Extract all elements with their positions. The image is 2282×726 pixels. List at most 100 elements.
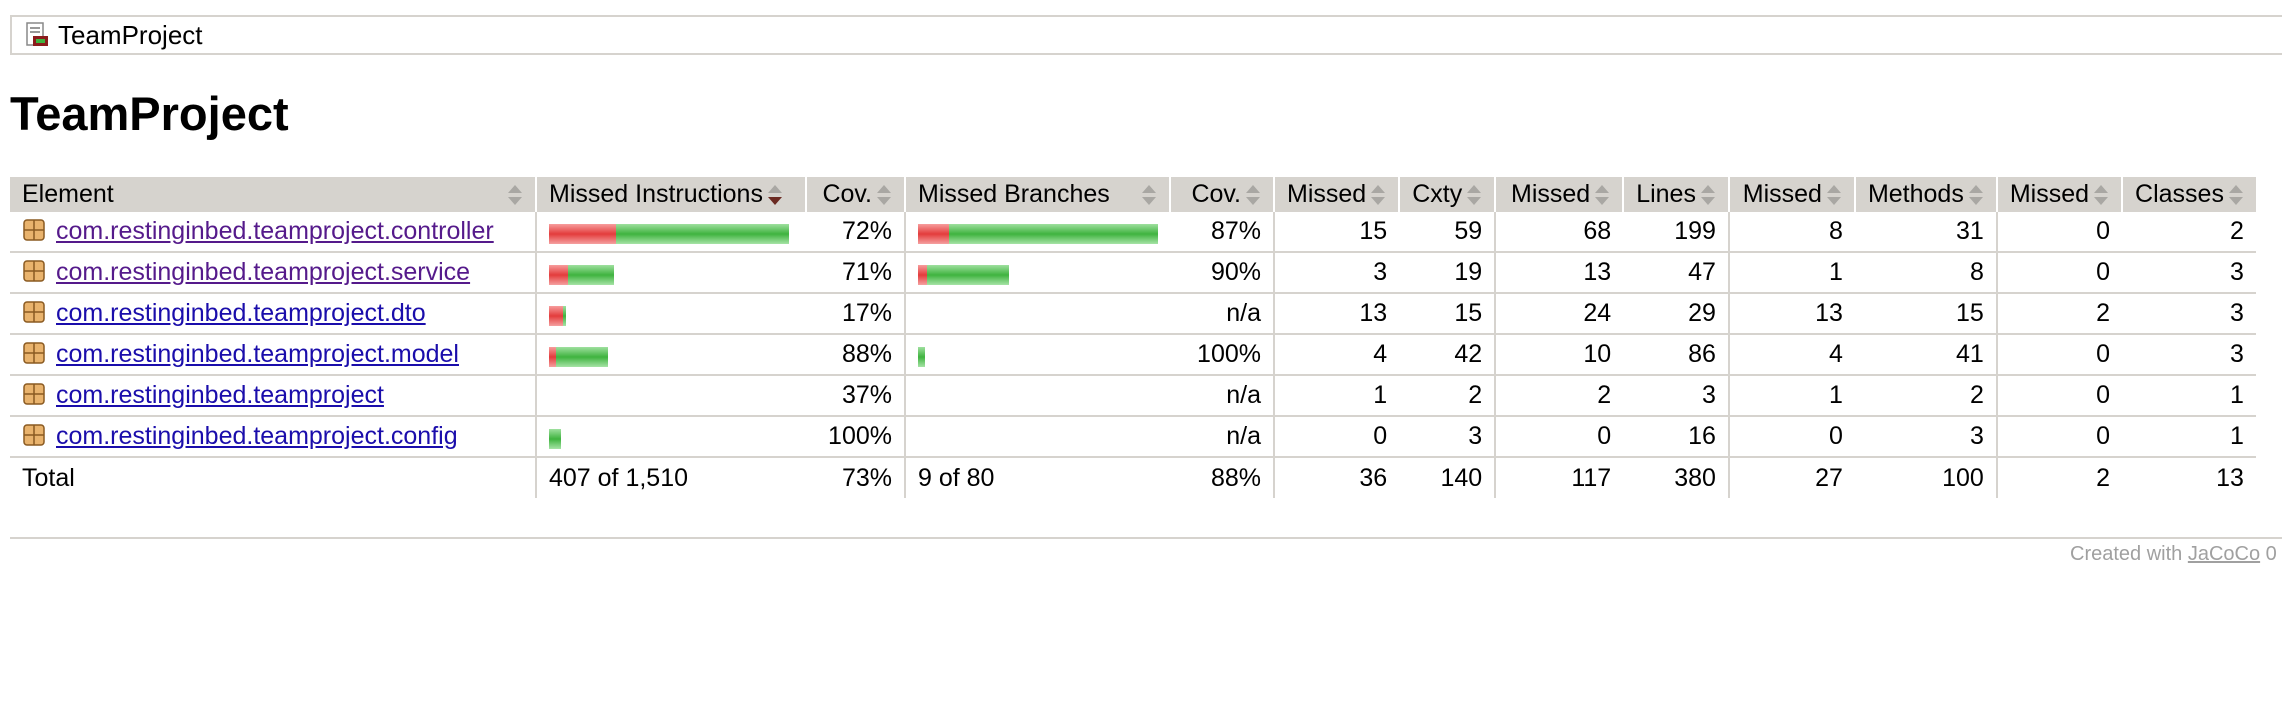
branches-coverage: 90%: [1170, 252, 1274, 294]
sort-icon: [1370, 185, 1386, 206]
total-branches: 9 of 80: [904, 457, 1170, 498]
element-cell: com.restinginbed.teamproject: [10, 375, 536, 417]
header-classes[interactable]: Classes: [2121, 177, 2256, 212]
package-link[interactable]: com.restinginbed.teamproject.model: [56, 340, 459, 368]
instructions-coverage: 100%: [806, 416, 905, 458]
header-missed-methods[interactable]: Missed: [1727, 177, 1855, 212]
sort-icon: [1466, 185, 1482, 206]
total-label: Total: [22, 463, 75, 492]
element-cell: com.restinginbed.teamproject.controller: [10, 212, 536, 253]
header-missed-methods-label: Missed: [1742, 180, 1822, 208]
missed-methods: 4: [1727, 334, 1855, 376]
missed-methods: 1: [1727, 252, 1855, 294]
header-element-label: Element: [22, 180, 114, 208]
table-row: com.restinginbed.teamproject.config 100%…: [10, 416, 2256, 458]
header-missed-branches-label: Missed Branches: [918, 180, 1110, 208]
missed-instructions-cell: [535, 212, 806, 253]
missed-classes: 2: [1995, 293, 2123, 335]
package-icon: [22, 300, 46, 324]
header-complexity[interactable]: Cxty: [1398, 177, 1496, 212]
total-missed-methods: 27: [1727, 457, 1855, 498]
missed-instructions-cell: [535, 252, 806, 294]
header-missed-cxty-label: Missed: [1287, 180, 1367, 208]
header-missed-branches[interactable]: Missed Branches: [904, 177, 1170, 212]
instructions-missed-bar: [549, 224, 616, 245]
header-classes-label: Classes: [2135, 180, 2224, 208]
element-cell: com.restinginbed.teamproject.model: [10, 334, 536, 376]
missed-branches-cell: [904, 334, 1170, 376]
table-row: com.restinginbed.teamproject.model 88% 1…: [10, 334, 2256, 376]
package-icon: [22, 423, 46, 447]
complexity: 59: [1399, 212, 1496, 253]
header-missed-instructions-label: Missed Instructions: [549, 180, 763, 208]
coverage-table: Element Missed Instructions Cov. Missed …: [10, 177, 2256, 498]
classes: 3: [2122, 334, 2256, 376]
instructions-coverage-bar: [549, 427, 561, 450]
missed-branches-cell: [904, 252, 1170, 294]
instructions-coverage: 17%: [806, 293, 905, 335]
instructions-coverage-bar: [549, 345, 608, 368]
instructions-coverage: 72%: [806, 212, 905, 253]
instructions-missed-bar: [549, 306, 563, 327]
complexity: 2: [1399, 375, 1496, 417]
header-row: Element Missed Instructions Cov. Missed …: [10, 177, 2256, 212]
methods: 2: [1854, 375, 1997, 417]
instructions-coverage-bar: [549, 304, 566, 327]
package-link[interactable]: com.restinginbed.teamproject: [56, 381, 384, 409]
methods: 15: [1854, 293, 1997, 335]
branches-coverage-bar: [918, 222, 1158, 245]
total-instructions: 407 of 1,510: [535, 457, 806, 498]
sort-icon: [1968, 185, 1984, 206]
header-methods[interactable]: Methods: [1853, 177, 1997, 212]
total-lines: 380: [1674, 463, 1716, 492]
lines: 86: [1623, 334, 1729, 376]
header-missed-classes[interactable]: Missed: [1995, 177, 2123, 212]
header-branches-coverage[interactable]: Cov.: [1169, 177, 1274, 212]
missed-methods: 8: [1727, 212, 1855, 253]
header-instructions-coverage[interactable]: Cov.: [805, 177, 905, 212]
package-link[interactable]: com.restinginbed.teamproject.dto: [56, 299, 426, 327]
instructions-covered-bar: [568, 265, 614, 286]
missed-classes: 0: [1995, 416, 2123, 458]
instructions-coverage: 88%: [806, 334, 905, 376]
branches-coverage: n/a: [1170, 375, 1274, 417]
package-icon: [22, 218, 46, 242]
missed-instructions-cell: [535, 375, 806, 417]
element-cell: com.restinginbed.teamproject.service: [10, 252, 536, 294]
missed-complexity: 3: [1272, 252, 1400, 294]
header-missed-lines[interactable]: Missed: [1494, 177, 1624, 212]
header-lines[interactable]: Lines: [1622, 177, 1729, 212]
package-link[interactable]: com.restinginbed.teamproject.controller: [56, 217, 494, 245]
header-element[interactable]: Element: [10, 177, 536, 212]
package-link[interactable]: com.restinginbed.teamproject.service: [56, 258, 470, 286]
missed-classes: 0: [1995, 252, 2123, 294]
missed-classes: 0: [1995, 212, 2123, 253]
complexity: 3: [1399, 416, 1496, 458]
sort-icon: [1245, 185, 1261, 206]
branches-missed-bar: [918, 265, 927, 286]
footer-divider: [10, 537, 2282, 539]
package-icon: [22, 341, 46, 365]
total-instructions-coverage: 73%: [841, 463, 892, 492]
breadcrumb-label[interactable]: TeamProject: [58, 20, 203, 51]
instructions-coverage-bar: [549, 222, 789, 245]
instructions-covered-bar: [549, 429, 561, 450]
sort-icon: [876, 185, 892, 206]
missed-instructions-cell: [535, 416, 806, 458]
header-missed-complexity[interactable]: Missed: [1272, 177, 1400, 212]
header-missed-instructions[interactable]: Missed Instructions: [535, 177, 806, 212]
branches-covered-bar: [927, 265, 1009, 286]
classes: 2: [2122, 212, 2256, 253]
branches-coverage: n/a: [1170, 416, 1274, 458]
package-link[interactable]: com.restinginbed.teamproject.config: [56, 422, 458, 450]
jacoco-link[interactable]: JaCoCo: [2188, 543, 2260, 565]
instructions-missed-bar: [549, 265, 568, 286]
sort-icon: [1826, 185, 1842, 206]
missed-complexity: 0: [1272, 416, 1400, 458]
instructions-coverage: 71%: [806, 252, 905, 294]
missed-branches-cell: [904, 375, 1170, 417]
breadcrumb: TeamProject: [10, 15, 2282, 55]
total-methods: 100: [1942, 463, 1984, 492]
header-lines-label: Lines: [1636, 180, 1696, 208]
header-cov1-label: Cov.: [822, 180, 872, 208]
